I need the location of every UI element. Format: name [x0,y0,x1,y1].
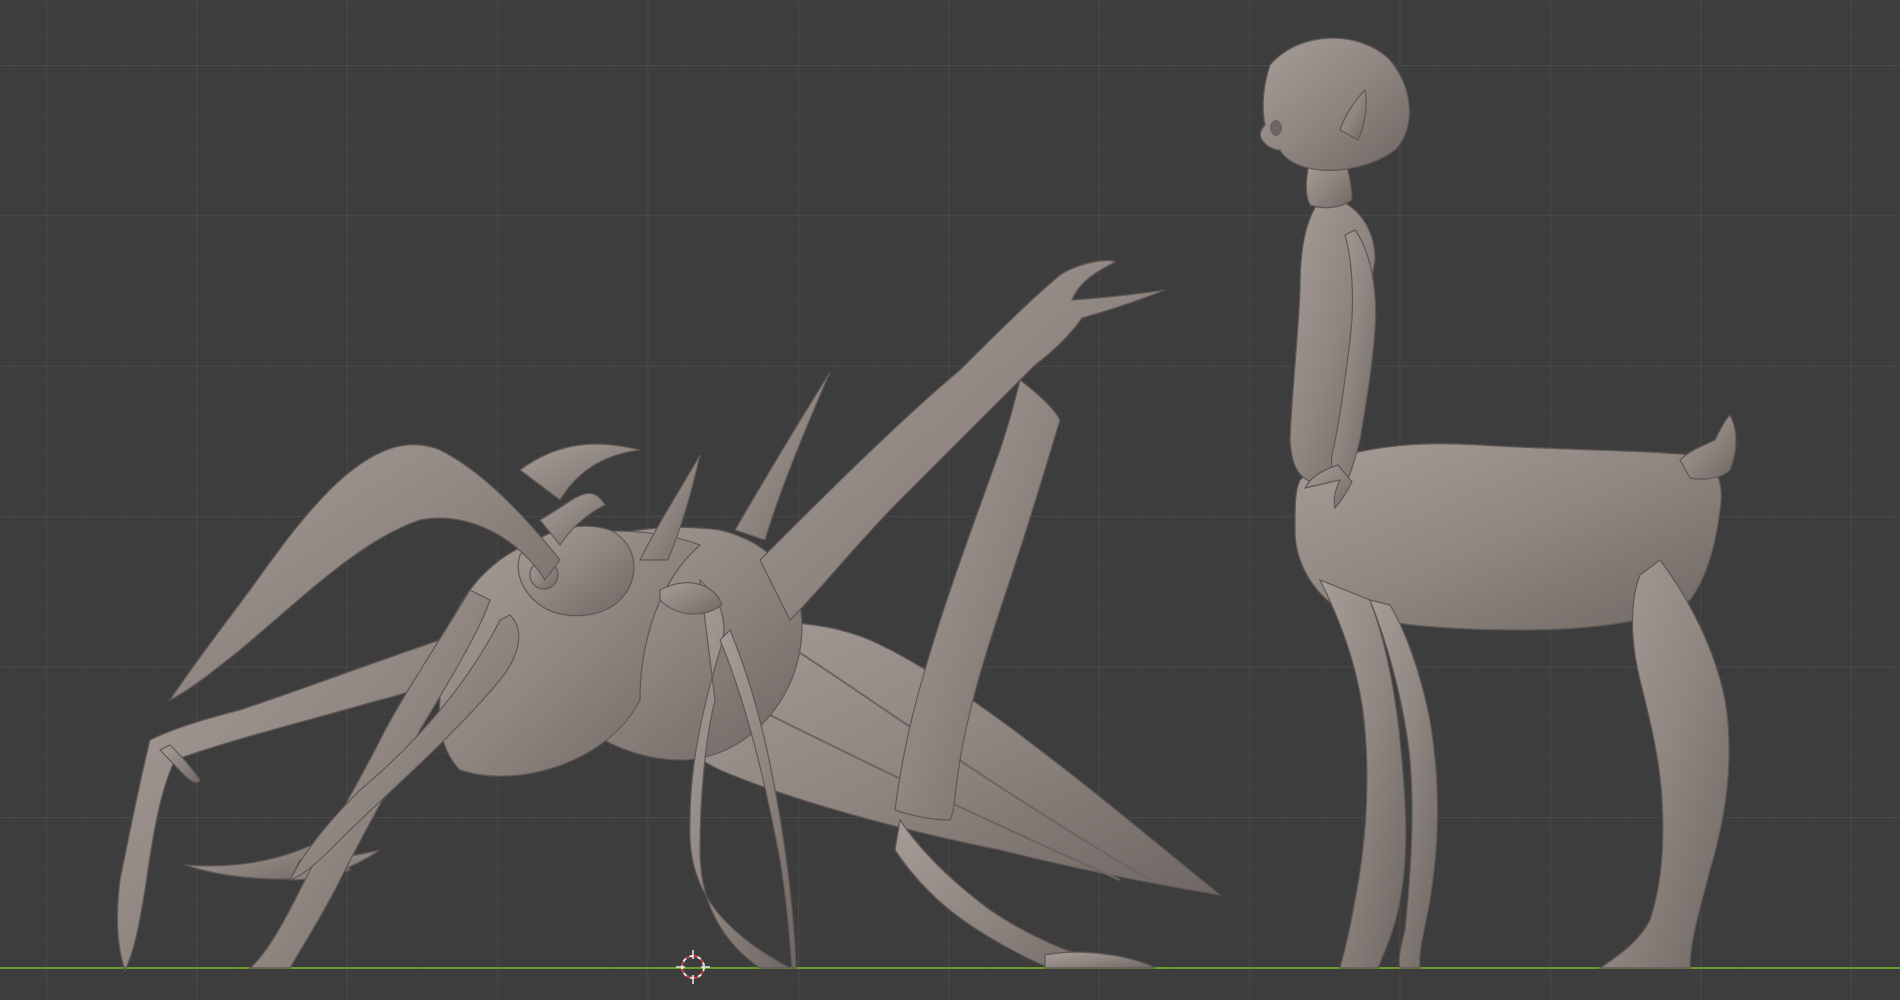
viewport-canvas[interactable] [0,0,1900,1000]
centaur-head [1259,37,1411,171]
3d-viewport[interactable] [0,0,1900,1000]
centaur-eye [1270,120,1282,136]
